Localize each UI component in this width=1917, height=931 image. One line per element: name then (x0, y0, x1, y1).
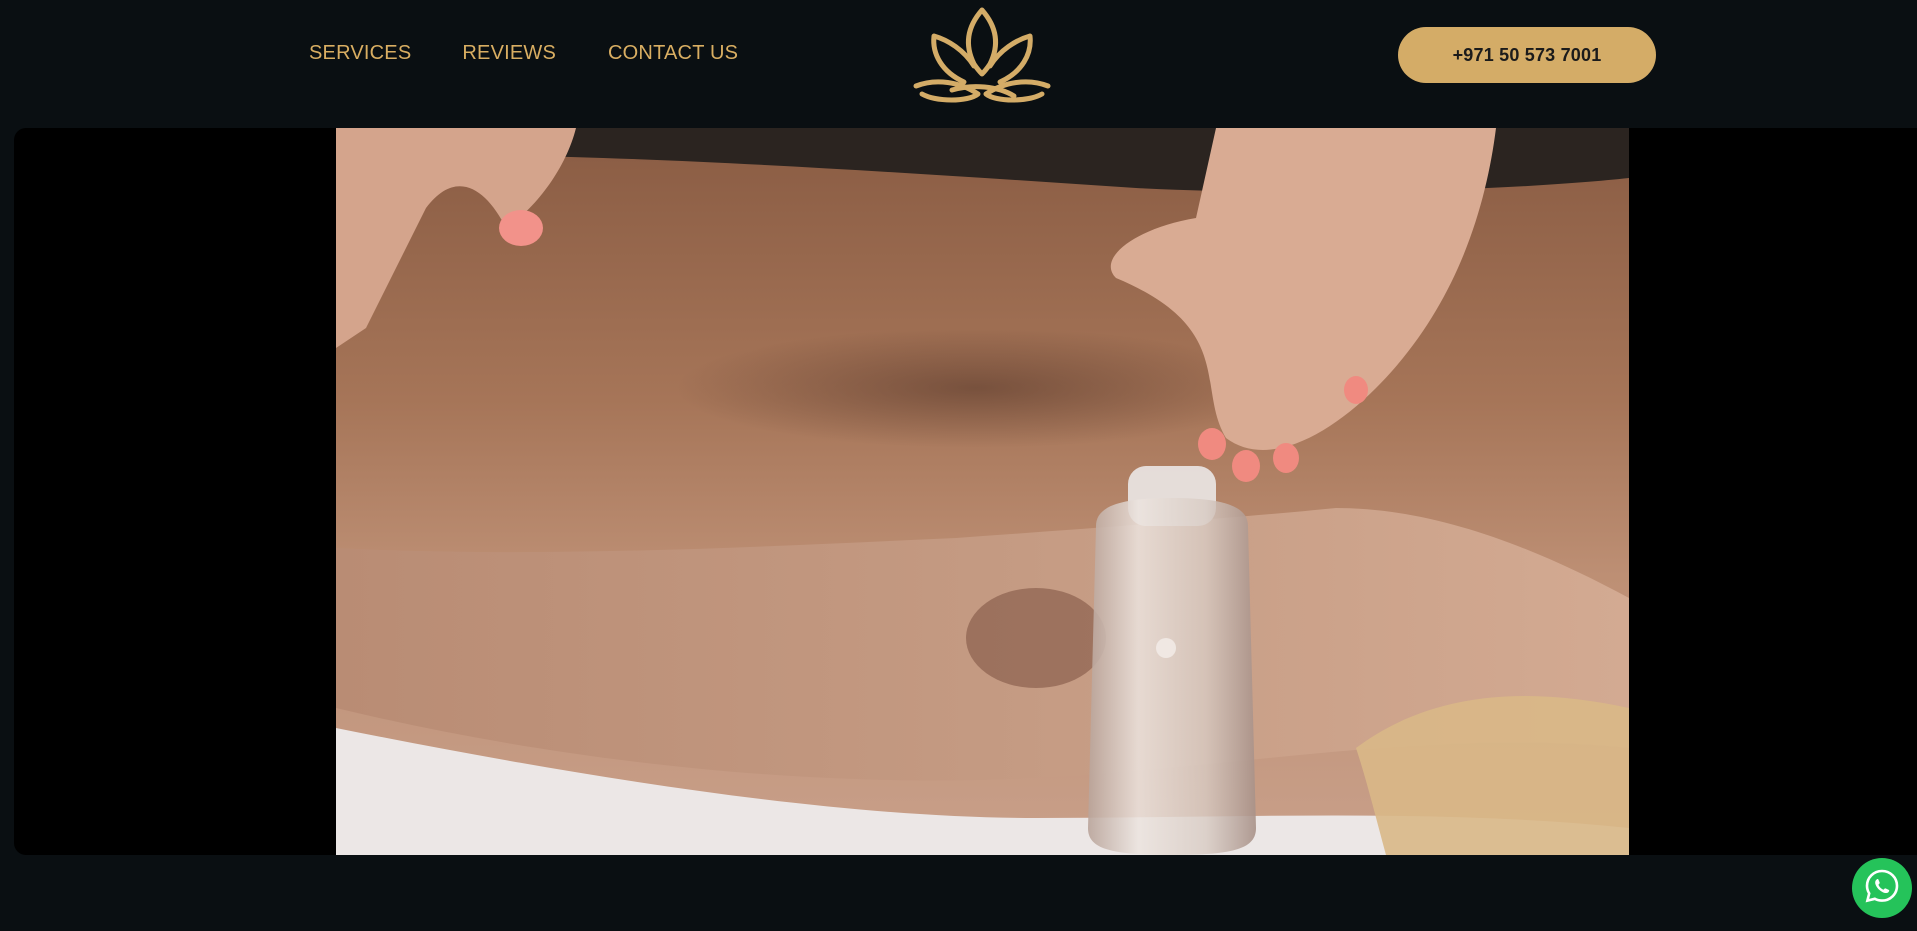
massage-video (336, 128, 1629, 855)
nav-services-link[interactable]: SERVICES (309, 42, 411, 65)
phone-call-button[interactable]: +971 50 573 7001 (1398, 27, 1656, 83)
nav-contact-link[interactable]: CONTACT US (608, 42, 738, 65)
whatsapp-button[interactable] (1852, 858, 1912, 918)
main-nav: SERVICES REVIEWS CONTACT US (309, 42, 738, 65)
site-header: SERVICES REVIEWS CONTACT US +971 50 573 … (0, 0, 1917, 128)
oil-bottle (1088, 466, 1256, 855)
whatsapp-icon (1864, 868, 1900, 909)
hero-video[interactable] (14, 128, 1917, 855)
lotus-icon[interactable] (912, 6, 1052, 104)
nav-reviews-link[interactable]: REVIEWS (462, 42, 556, 65)
